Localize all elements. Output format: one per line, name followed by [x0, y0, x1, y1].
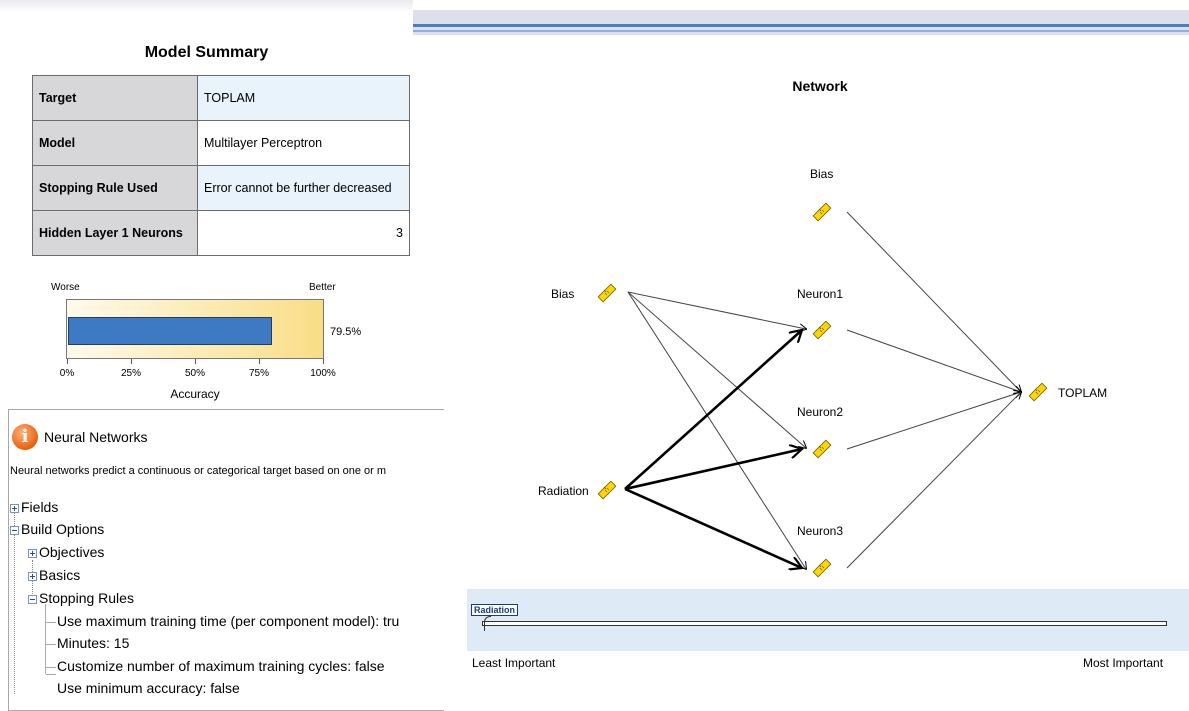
- importance-strip: Radiation: [467, 589, 1189, 651]
- tree-connector: [46, 622, 56, 623]
- importance-marker: [484, 616, 491, 631]
- ruler-icon: [812, 558, 832, 578]
- edge: [846, 392, 1021, 569]
- axis-tick: [323, 359, 324, 364]
- collapse-icon[interactable]: [10, 525, 19, 535]
- row-value: Multilayer Perceptron: [197, 120, 410, 166]
- edge: [627, 291, 806, 329]
- expand-icon[interactable]: [28, 548, 37, 558]
- least-important-label: Least Important: [472, 656, 556, 670]
- edge: [846, 211, 1021, 392]
- tree-guide: [14, 512, 15, 694]
- importance-tag[interactable]: Radiation: [471, 604, 519, 616]
- node-label: TOPLAM: [1058, 386, 1108, 400]
- row-value: 3: [197, 210, 410, 256]
- axis-tick: [131, 359, 132, 364]
- edge: [624, 330, 802, 490]
- ruler-icon: [1028, 382, 1048, 402]
- node-label: Radiation: [538, 484, 589, 498]
- axis-tick: [259, 359, 260, 364]
- table-row: Model Multilayer Perceptron: [32, 120, 410, 166]
- tree-connector: [46, 674, 56, 675]
- table-row: Stopping Rule Used Error cannot be furth…: [32, 165, 410, 211]
- axis-tick-label: 0%: [59, 368, 75, 379]
- tree-item-label: Build Options: [21, 521, 105, 537]
- network-diagram: [597, 202, 1048, 578]
- expand-icon[interactable]: [28, 571, 37, 581]
- ruler-icon: [812, 439, 832, 459]
- header-rule: [413, 24, 1189, 27]
- model-summary-table: Target TOPLAM Model Multilayer Perceptro…: [32, 75, 410, 256]
- axis-tick-label: 50%: [184, 368, 205, 379]
- row-key: Target: [32, 75, 198, 121]
- accuracy-value: 79.5%: [330, 326, 362, 338]
- model-summary-title: Model Summary: [144, 44, 269, 61]
- edge: [627, 291, 806, 569]
- tree-leaf: Use maximum training time (per component…: [57, 613, 400, 629]
- edge: [624, 487, 802, 568]
- node-label: Bias: [810, 167, 834, 181]
- axis-tick: [67, 359, 68, 364]
- ruler-icon: [597, 283, 617, 303]
- header-bar: [413, 10, 1189, 35]
- tree-item-label: Basics: [39, 567, 81, 583]
- row-key: Model: [32, 120, 198, 166]
- tree-connector: [46, 667, 56, 668]
- edge: [846, 392, 1021, 450]
- node-label: Bias: [551, 287, 575, 301]
- panel-description: Neural networks predict a continuous or …: [10, 465, 387, 477]
- node-label: Neuron3: [797, 524, 844, 538]
- tree-guide: [45, 604, 46, 674]
- header-rule-light: [413, 30, 1189, 32]
- edge: [846, 329, 1021, 392]
- tree-item-stopping-rules[interactable]: Stopping Rules: [28, 590, 134, 606]
- tree-item-label: Stopping Rules: [39, 590, 134, 606]
- row-key: Stopping Rule Used: [32, 165, 198, 211]
- tree-item-build-options[interactable]: Build Options: [10, 521, 104, 537]
- tree-item-fields[interactable]: Fields: [10, 499, 58, 515]
- importance-track: [482, 621, 1167, 626]
- accuracy-bar: [68, 317, 272, 345]
- tree-leaf: Use minimum accuracy: false: [57, 680, 240, 696]
- panel-title: Neural Networks: [44, 429, 148, 445]
- edge: [624, 449, 802, 491]
- axis-tick-label: 25%: [120, 368, 141, 379]
- axis-tick: [195, 359, 196, 364]
- ruler-icon: [812, 320, 832, 340]
- worse-label: Worse: [51, 282, 80, 293]
- most-important-label: Most Important: [1083, 656, 1164, 670]
- tree-item-label: Fields: [21, 499, 59, 515]
- table-row: Hidden Layer 1 Neurons 3: [32, 210, 410, 256]
- node-label: Neuron2: [797, 405, 844, 419]
- node-label: Neuron1: [797, 287, 844, 301]
- ruler-icon: [597, 480, 617, 500]
- table-row: Target TOPLAM: [32, 75, 410, 121]
- accuracy-axis-label: Accuracy: [170, 387, 220, 401]
- top-fade: [0, 0, 413, 12]
- info-icon: i: [12, 424, 38, 450]
- tree-item-label: Objectives: [39, 544, 105, 560]
- axis-tick-label: 75%: [248, 368, 269, 379]
- row-value: TOPLAM: [197, 75, 410, 121]
- tree-leaf: Customize number of maximum training cyc…: [57, 658, 385, 674]
- accuracy-chart: [66, 299, 324, 359]
- tree-leaf: Minutes: 15: [57, 635, 130, 651]
- ruler-icon: [812, 202, 832, 222]
- row-key: Hidden Layer 1 Neurons: [32, 210, 198, 256]
- tree-item-basics[interactable]: Basics: [28, 567, 80, 583]
- better-label: Better: [309, 282, 336, 293]
- row-value: Error cannot be further decreased: [197, 165, 410, 211]
- tree-item-objectives[interactable]: Objectives: [28, 544, 104, 560]
- axis-tick-label: 100%: [310, 368, 336, 379]
- edge: [627, 291, 806, 448]
- tree-connector: [46, 644, 56, 645]
- collapse-icon[interactable]: [28, 594, 37, 604]
- expand-icon[interactable]: [10, 503, 19, 513]
